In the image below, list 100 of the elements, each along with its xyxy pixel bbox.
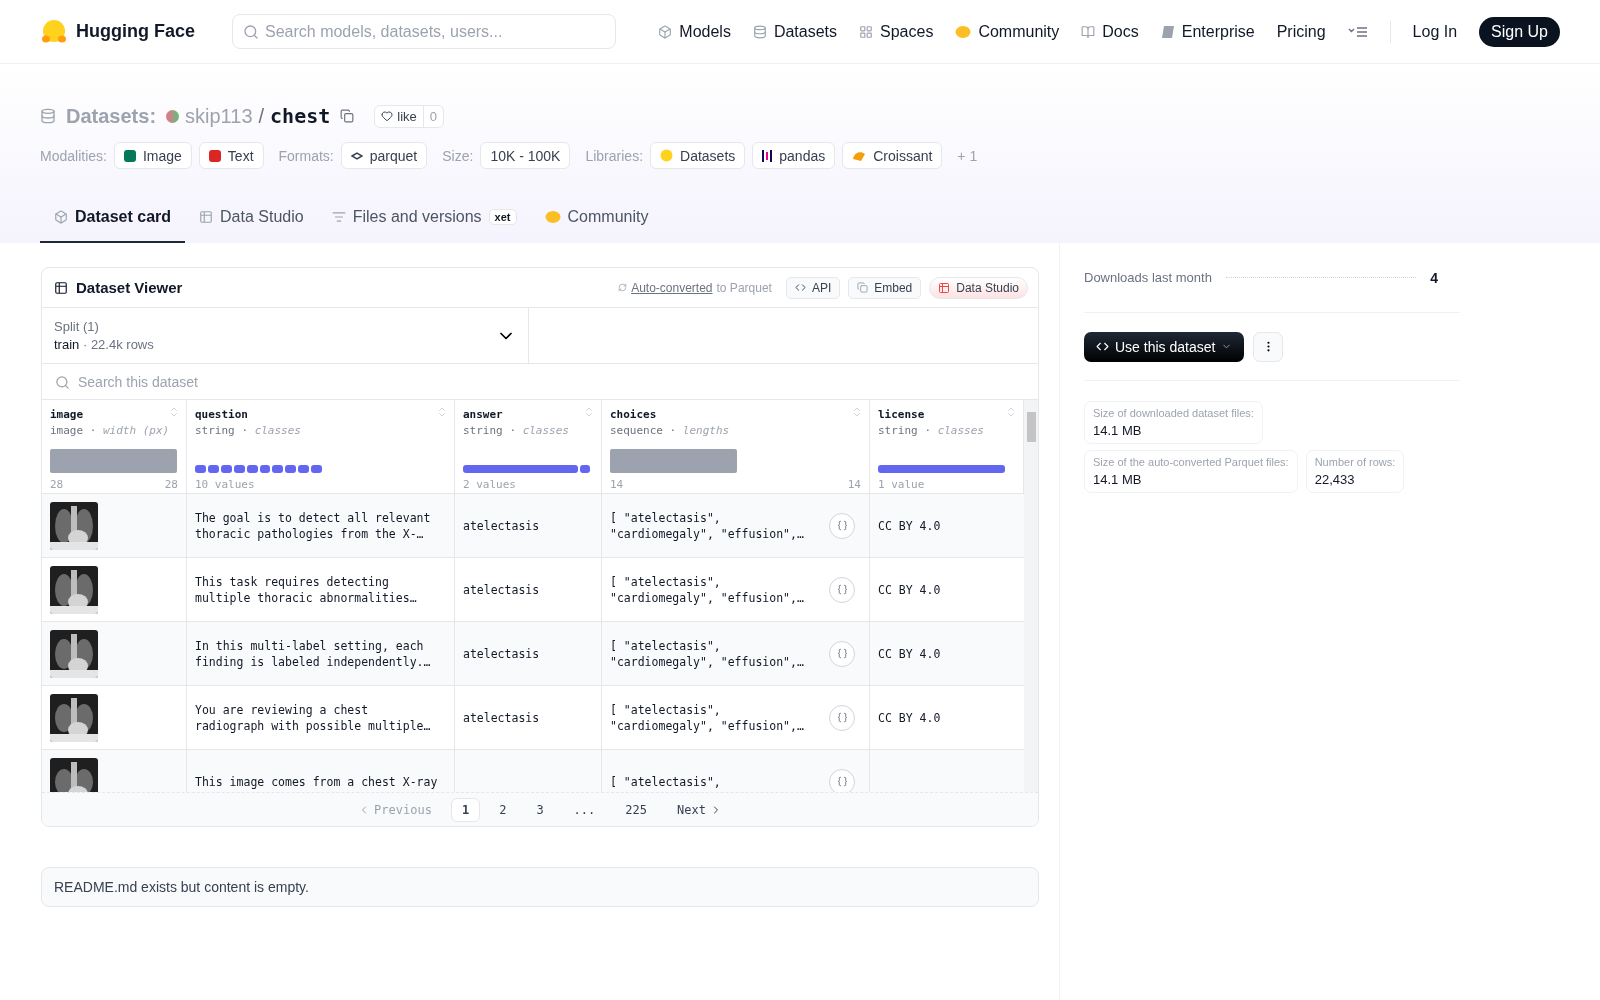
table-icon [199, 210, 214, 224]
nav-link[interactable]: Datasets [752, 22, 838, 41]
stat-card: Size of downloaded dataset files: 14.1 MB [1084, 401, 1263, 444]
tag-group-label: Size: [442, 147, 474, 164]
tab[interactable]: Dataset card [40, 193, 186, 243]
braces-icon [836, 648, 848, 659]
menu-icon[interactable] [1347, 25, 1368, 38]
max-label: 28 [164, 477, 178, 491]
tab[interactable]: Data Studio [185, 193, 318, 243]
image-icon [123, 149, 136, 162]
text-icon [208, 149, 221, 162]
table-cell-text: CC BY 4.0 [877, 709, 942, 727]
tag[interactable]: 10K - 100K [480, 142, 571, 169]
page-link[interactable]: 1 [450, 797, 481, 822]
refresh-icon [618, 283, 628, 292]
tag[interactable]: Text [198, 142, 264, 169]
sort-icon[interactable] [851, 406, 863, 418]
search-field[interactable]: Search models, datasets, users... [232, 14, 616, 49]
nav-link[interactable]: Docs [1081, 22, 1139, 41]
grid-icon [859, 24, 874, 39]
column-header[interactable]: image image · width (px) 28 28 [42, 400, 187, 494]
enterprise-icon [1160, 24, 1175, 39]
viewer-title: Dataset Viewer [76, 279, 183, 296]
sort-icon[interactable] [436, 406, 448, 418]
table-cell: This task requires detecting multiple thoracic abnormalities… [187, 558, 455, 621]
json-button[interactable] [829, 640, 855, 667]
nav-link[interactable]: Community [955, 22, 1060, 41]
signup-button[interactable]: Sign Up [1479, 16, 1560, 47]
json-button[interactable] [829, 512, 855, 539]
table-cell: atelectasis [455, 686, 602, 749]
table-cell: atelectasis [455, 622, 602, 685]
table-icon [938, 281, 951, 294]
sort-icon[interactable] [168, 406, 180, 418]
values-count: 1 value [878, 477, 925, 491]
table-cell: atelectasis [455, 558, 602, 621]
emoji-icon [660, 149, 674, 162]
xet-badge: xet [488, 209, 517, 225]
sort-icon[interactable] [583, 406, 595, 418]
nav-link[interactable]: Enterprise [1160, 22, 1255, 41]
auto-converted-link[interactable]: Auto-converted [631, 280, 713, 295]
tag[interactable]: Datasets [650, 142, 746, 169]
viewer-button[interactable]: Embed [848, 276, 922, 299]
cube-icon [658, 24, 673, 39]
path-separator: / [258, 104, 265, 128]
pandas-icon [762, 148, 773, 163]
next-link[interactable]: Next [666, 797, 733, 822]
database-icon [752, 24, 767, 39]
viewer-button[interactable]: Data Studio [929, 276, 1028, 299]
braces-icon [836, 584, 848, 595]
values-count: 10 values [195, 477, 255, 491]
json-button[interactable] [829, 704, 855, 731]
tab[interactable]: Community [530, 193, 663, 243]
downloads-count: 4 [1430, 269, 1438, 286]
tag[interactable]: Croissant [842, 142, 943, 169]
tag-group-label: Modalities: [40, 147, 107, 164]
use-dataset-button[interactable]: Use this dataset [1084, 331, 1245, 362]
braces-icon [836, 520, 848, 531]
tag[interactable]: parquet [340, 142, 428, 169]
tag-group-label: Formats: [278, 147, 334, 164]
login-link[interactable]: Log In [1412, 22, 1458, 41]
database-icon [40, 108, 56, 124]
tag-group-label: Libraries: [585, 147, 644, 164]
stat-card: Size of the auto-converted Parquet files: 14.1 MB [1084, 450, 1298, 493]
table-cell-text: [ "atelectasis", "cardiomegaly", "effusion",… [610, 509, 805, 542]
tab[interactable]: Files and versions xet [317, 193, 531, 243]
dataset-name[interactable]: chest [270, 104, 331, 128]
downloads-label: Downloads last month [1084, 270, 1212, 285]
scrollbar[interactable] [1024, 400, 1038, 792]
tag[interactable]: Image [113, 142, 192, 169]
cube-icon [54, 210, 68, 224]
nav-link[interactable]: Spaces [859, 22, 934, 41]
layers-icon [350, 151, 363, 160]
viewer-button[interactable]: API [785, 276, 841, 299]
min-label: 28 [50, 477, 64, 491]
readme-notice: README.md exists but content is empty. [41, 867, 1039, 907]
code-icon [794, 282, 806, 293]
book-icon [1081, 24, 1096, 39]
nav-link[interactable]: Models [658, 22, 731, 41]
table-cell-text: CC BY 4.0 [877, 645, 942, 663]
table-cell-text: [ "atelectasis", [610, 773, 722, 790]
column-header[interactable]: choices sequence · lengths 14 14 [602, 400, 870, 494]
sort-icon[interactable] [1005, 406, 1017, 418]
avatar-icon [166, 109, 180, 123]
page-link[interactable]: 3 [525, 797, 555, 822]
table-icon [54, 280, 68, 295]
page-link[interactable]: 2 [488, 797, 518, 822]
like-button[interactable]: like 0 [374, 104, 445, 128]
nav-link[interactable]: Pricing [1276, 22, 1326, 41]
page-link[interactable]: ... [562, 797, 607, 822]
stat-card: Number of rows: 22,433 [1305, 450, 1405, 493]
brand-name[interactable]: Hugging Face [76, 21, 195, 42]
json-button[interactable] [829, 576, 855, 603]
page-link[interactable]: 225 [614, 797, 658, 822]
max-label: 14 [847, 477, 861, 491]
tag[interactable]: pandas [752, 142, 836, 169]
json-button[interactable] [829, 768, 855, 792]
converted-text: to Parquet [716, 280, 772, 295]
copy-icon[interactable] [340, 109, 355, 123]
table-cell: The goal is to detect all relevant thoracic pathologies from the X-… [187, 494, 455, 557]
more-button[interactable] [1253, 331, 1284, 362]
